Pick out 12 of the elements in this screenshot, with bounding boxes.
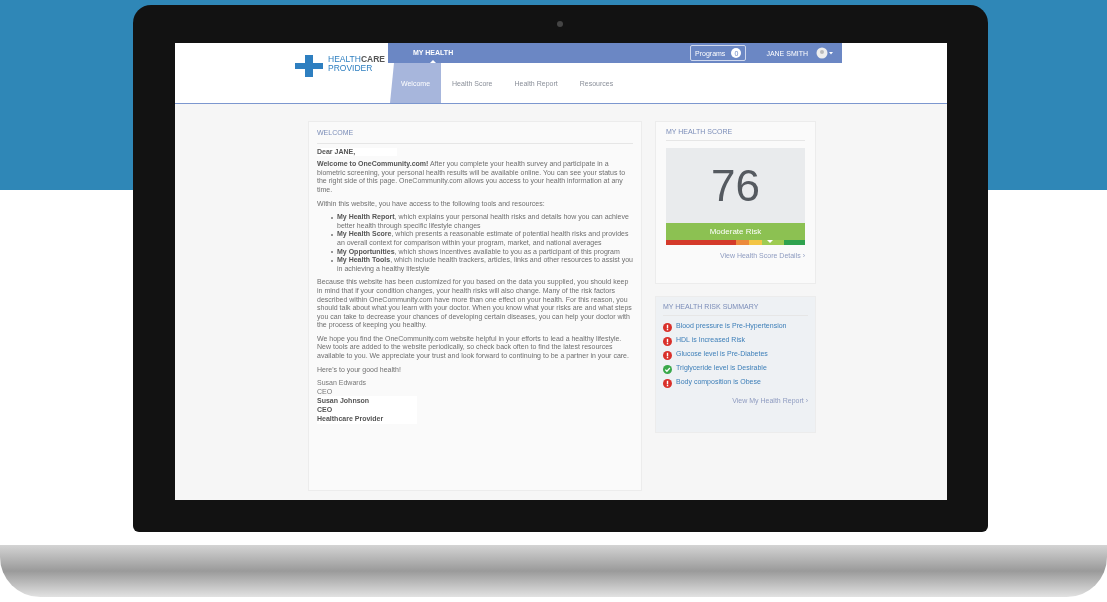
avatar-icon[interactable]: [816, 47, 834, 59]
risk-label: Moderate Risk: [666, 223, 805, 240]
alert-icon: [663, 379, 672, 388]
alert-icon: [663, 337, 672, 346]
logo-text: HEALTHCARE: [328, 55, 385, 64]
check-icon: [663, 365, 672, 374]
score-value: 76: [711, 160, 760, 211]
camera-icon: [557, 21, 563, 27]
alert-icon: [663, 323, 672, 332]
cross-logo-icon: [295, 55, 325, 77]
logo-text: PROVIDER: [328, 64, 374, 73]
alert-icon: [663, 351, 672, 360]
